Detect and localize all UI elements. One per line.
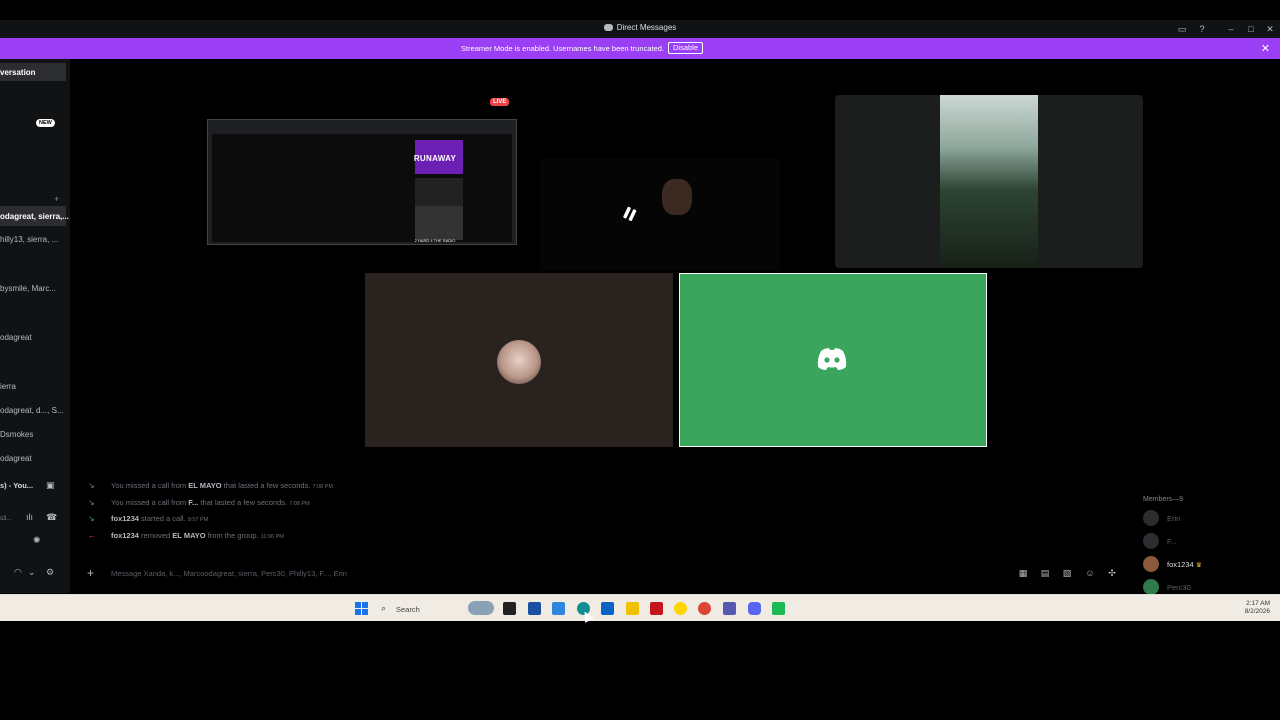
stream-footer: 2 HARD 4 THE RADIO	[414, 238, 456, 243]
chat-message: You missed a call from F... that lasted …	[111, 498, 310, 507]
live-badge: LIVE	[490, 98, 510, 106]
apps-icon[interactable]: ✣	[1107, 568, 1117, 578]
sidebar-item-dm[interactable]: odagreat, sierra,...	[0, 206, 69, 226]
video-tile[interactable]	[835, 95, 1143, 268]
search-highlight-image	[468, 601, 494, 615]
window-titlebar: Direct Messages ▭ ? – □ ✕	[0, 20, 1280, 38]
voice-call-stage	[70, 59, 1280, 479]
voice-user-panel: s) - You... ▣ s3... ılı ☎ ✺ ◠ ⌄ ⚙	[0, 478, 70, 593]
emoji-icon[interactable]: ☺	[1085, 568, 1095, 578]
gif-icon[interactable]: ▤	[1040, 568, 1050, 578]
missed-call-icon: ↘	[88, 481, 95, 490]
mcafee-icon[interactable]	[650, 602, 663, 615]
task-view-icon[interactable]	[503, 602, 516, 615]
outlook-icon[interactable]	[601, 602, 614, 615]
search-icon: ⌕	[381, 603, 387, 613]
chat-message: You missed a call from EL MAYO that last…	[111, 481, 333, 490]
close-banner-icon[interactable]: ✕	[1261, 42, 1270, 55]
file-explorer-icon[interactable]	[626, 602, 639, 615]
participant-tile[interactable]	[365, 273, 673, 447]
new-badge: NEW	[36, 119, 55, 127]
sidebar-item-dm[interactable]: odagreat, d..., S...	[0, 406, 64, 415]
member-removed-icon: ←	[88, 531, 96, 540]
call-started-icon: ↘	[88, 514, 95, 523]
avatar	[1143, 533, 1159, 549]
voice-status-text: s) - You...	[0, 481, 34, 490]
disable-streamer-mode-button[interactable]: Disable	[668, 42, 704, 54]
gift-icon[interactable]: ▦	[1018, 568, 1028, 578]
settings-gear-icon[interactable]: ⚙	[46, 567, 54, 578]
windows-taskbar: ⌕ Search 2:17 AM 8/2/2026	[0, 594, 1280, 621]
sidebar-item-dm[interactable]: hilly13, sierra, ...	[0, 235, 58, 244]
sidebar-item-dm[interactable]: odagreat	[0, 454, 32, 463]
message-input-placeholder: Message Xanda, k..., Marcoodagreat, sier…	[111, 569, 347, 578]
screen-share-icon[interactable]: ▣	[46, 480, 55, 491]
app-icon[interactable]	[528, 602, 541, 615]
sidebar-item-dm[interactable]: Dsmokes	[0, 430, 33, 439]
voice-sub-text: s3...	[0, 516, 12, 522]
sidebar-item-dm[interactable]: odagreat	[0, 333, 32, 342]
screen-share-tile[interactable]	[207, 119, 517, 245]
avatar	[1143, 556, 1159, 572]
chat-message: fox1234 started a call. 9:57 PM	[111, 514, 209, 523]
minimize-button[interactable]: –	[1225, 23, 1237, 35]
help-icon[interactable]: ?	[1196, 23, 1208, 35]
start-windows-icon[interactable]	[355, 602, 368, 615]
discord-logo-icon	[817, 348, 847, 370]
teams-icon[interactable]	[723, 602, 736, 615]
camera-tile[interactable]	[540, 159, 780, 271]
avatar	[1143, 510, 1159, 526]
attach-plus-icon[interactable]: +	[87, 566, 94, 580]
avatar	[497, 340, 541, 384]
chevron-down-icon[interactable]: ⌄	[28, 567, 36, 578]
message-input[interactable]: + Message Xanda, k..., Marcoodagreat, si…	[83, 563, 1135, 583]
inbox-icon[interactable]: ▭	[1176, 23, 1188, 35]
taskbar-search[interactable]: ⌕ Search	[376, 601, 496, 617]
chat-message: fox1234 removed EL MAYO from the group. …	[111, 531, 284, 540]
create-dm-icon[interactable]: +	[54, 194, 59, 204]
members-header: Members—9	[1143, 496, 1184, 503]
sidebar-item-dm[interactable]: ierra	[0, 382, 16, 391]
video-feed	[940, 95, 1038, 268]
app-icon[interactable]	[772, 602, 785, 615]
copilot-icon[interactable]	[552, 602, 565, 615]
activity-icon[interactable]: ✺	[33, 535, 41, 546]
streamer-mode-banner: Streamer Mode is enabled. Usernames have…	[0, 38, 1280, 59]
noise-suppression-icon[interactable]: ılı	[26, 512, 33, 522]
pause-icon	[623, 206, 637, 222]
missed-call-icon: ↘	[88, 498, 95, 507]
member-list: Members—9 Erin F... fox1234 ♛ Perc30	[1135, 479, 1280, 595]
chrome-icon[interactable]	[698, 602, 711, 615]
close-window-button[interactable]: ✕	[1264, 23, 1276, 35]
sidebar-header[interactable]: versation	[0, 63, 66, 81]
discord-taskbar-icon[interactable]	[748, 602, 761, 615]
banner-message: Streamer Mode is enabled. Usernames have…	[461, 44, 665, 53]
stream-title: RUNAWAY	[413, 154, 457, 163]
crown-icon: ♛	[1195, 562, 1203, 569]
avatar	[1143, 579, 1159, 595]
headset-icon[interactable]: ◠	[14, 567, 22, 578]
maximize-button[interactable]: □	[1245, 23, 1257, 35]
snapchat-icon[interactable]	[674, 602, 687, 615]
stream-thumbnail	[415, 206, 463, 240]
sidebar-item-dm[interactable]: bysmile, Marc...	[0, 284, 56, 293]
speaking-participant-tile[interactable]	[679, 273, 987, 447]
discord-icon	[603, 24, 613, 31]
taskbar-clock[interactable]: 2:17 AM 8/2/2026	[1245, 600, 1270, 616]
sticker-icon[interactable]: ▧	[1062, 568, 1072, 578]
person-silhouette	[662, 179, 692, 215]
disconnect-icon[interactable]: ☎	[46, 512, 57, 523]
window-title: Direct Messages	[616, 23, 677, 32]
